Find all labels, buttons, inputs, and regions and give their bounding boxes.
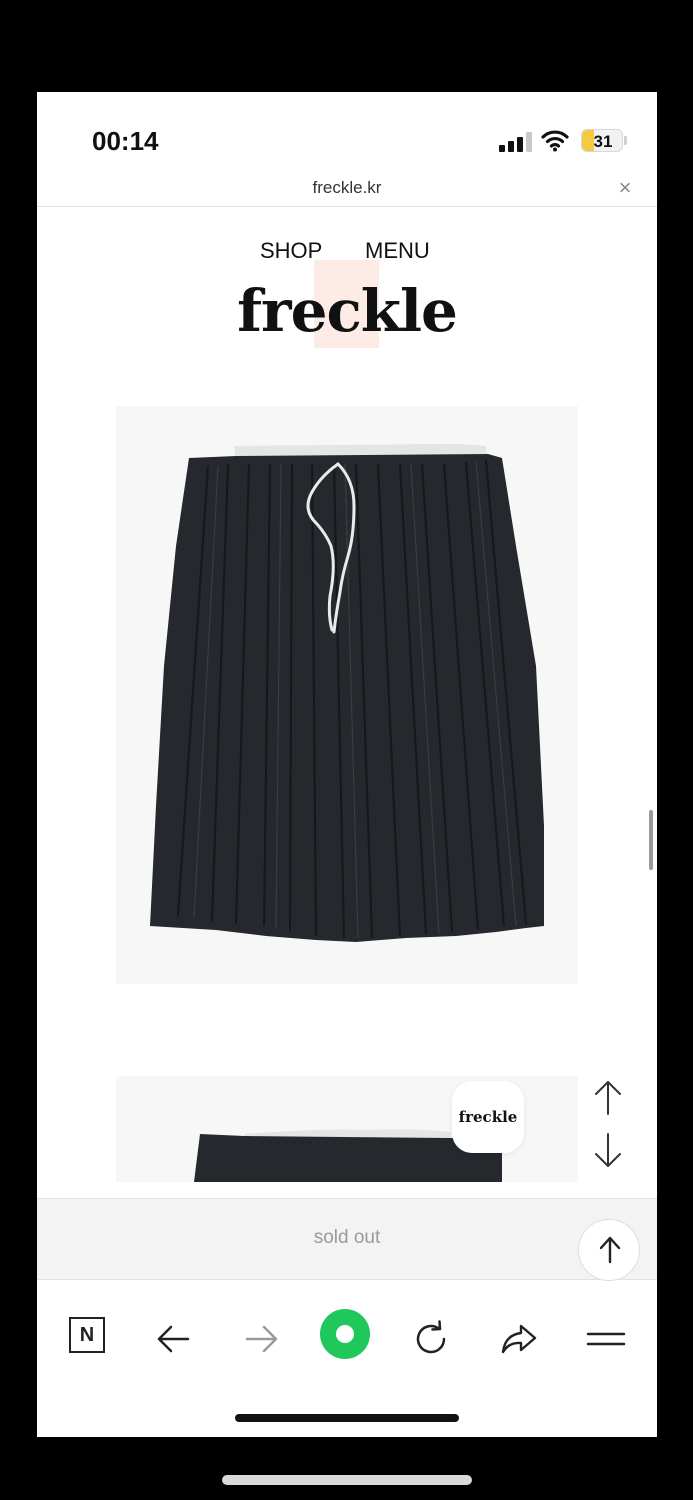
arrow-down-icon[interactable] (593, 1132, 623, 1168)
status-time: 00:14 (92, 126, 159, 156)
back-icon (157, 1325, 190, 1353)
home-indicator[interactable] (235, 1414, 459, 1422)
arrow-up-icon (599, 1236, 621, 1264)
battery-icon: 31 (581, 129, 627, 152)
nav-shop-link[interactable]: SHOP (260, 238, 322, 264)
reload-button[interactable] (410, 1317, 454, 1361)
pleated-skirt-image (150, 443, 544, 942)
share-icon (501, 1324, 537, 1354)
url-domain[interactable]: freckle.kr (37, 178, 657, 198)
scroll-indicator[interactable] (649, 810, 653, 870)
forward-button[interactable] (239, 1317, 283, 1361)
naver-button[interactable]: N (57, 1317, 105, 1361)
phone-screen: 00:14 31 freckle.kr × SHOP MENU freckle … (37, 92, 657, 1437)
product-image[interactable] (116, 406, 578, 984)
site-logo[interactable]: freckle (37, 277, 657, 345)
menu-button[interactable] (584, 1317, 628, 1361)
naver-icon: N (69, 1317, 105, 1353)
menu-icon (586, 1332, 626, 1346)
battery-level: 31 (593, 132, 613, 151)
brand-badge[interactable]: freckle (452, 1081, 524, 1153)
arrow-up-icon[interactable] (593, 1080, 623, 1116)
back-to-top-button[interactable] (578, 1219, 640, 1281)
sold-out-bar: sold out (37, 1198, 657, 1280)
site-nav: SHOP MENU (37, 238, 657, 268)
sold-out-label: sold out (313, 1227, 381, 1248)
wifi-icon (541, 130, 569, 152)
outer-home-indicator (222, 1475, 472, 1485)
green-dot-icon[interactable] (320, 1309, 370, 1359)
reload-icon (416, 1320, 446, 1354)
battery-nub (624, 136, 627, 145)
nav-menu-link[interactable]: MENU (365, 238, 430, 264)
browser-toolbar: N (37, 1297, 657, 1387)
url-bar[interactable]: freckle.kr × (37, 170, 657, 207)
close-icon[interactable]: × (613, 176, 637, 200)
green-dot-center (336, 1325, 354, 1343)
battery-body: 31 (581, 129, 623, 152)
back-button[interactable] (152, 1317, 196, 1361)
share-button[interactable] (497, 1317, 541, 1361)
forward-icon (245, 1325, 278, 1353)
status-bar: 00:14 31 (37, 92, 657, 177)
signal-icon (499, 132, 532, 152)
